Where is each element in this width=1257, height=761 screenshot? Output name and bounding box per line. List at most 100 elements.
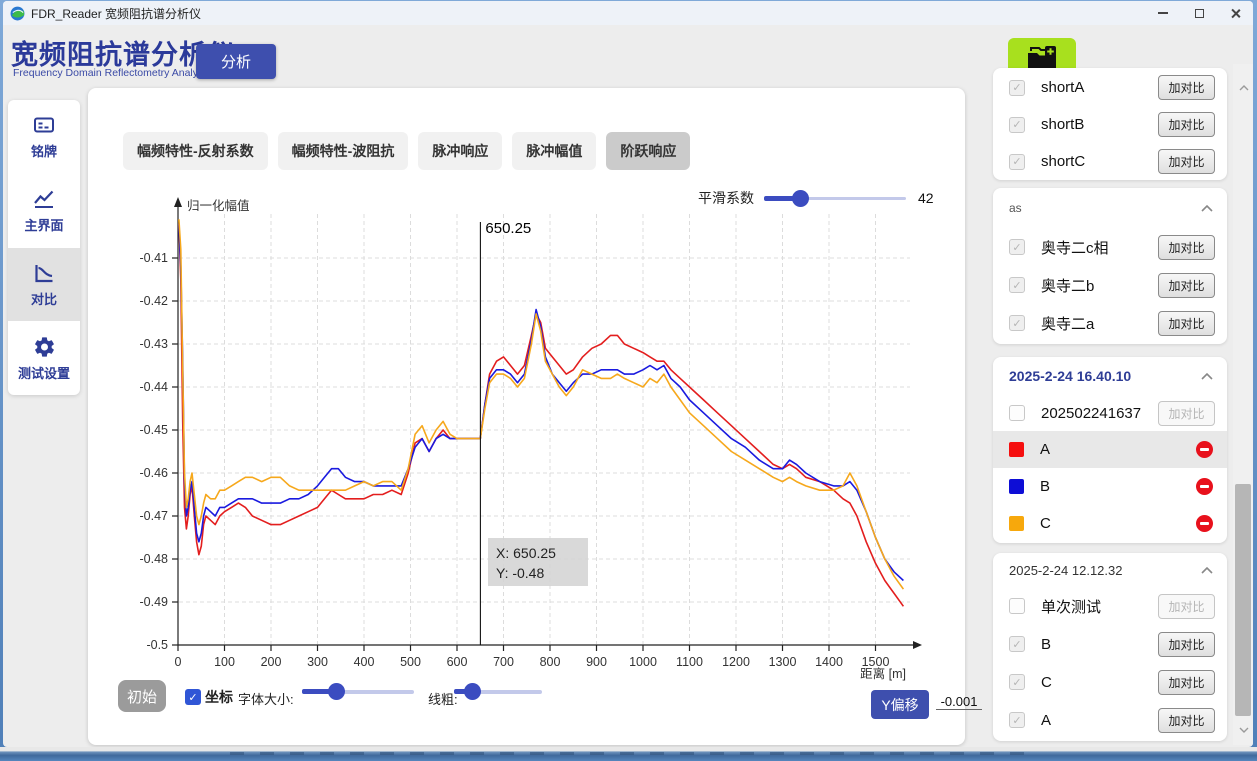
list-item-label: B <box>1040 478 1050 495</box>
list-item[interactable]: C 加对比 <box>993 663 1227 701</box>
sidebar-item-nameplate[interactable]: 铭牌 <box>8 100 80 174</box>
group-header[interactable]: 2025-2-24 12.12.32 <box>993 553 1227 587</box>
list-item[interactable]: B <box>993 468 1227 505</box>
list-item[interactable]: 奥寺二c相 加对比 <box>993 228 1227 266</box>
scrollbar[interactable] <box>1233 64 1253 745</box>
list-item[interactable]: 单次测试 加对比 <box>993 587 1227 625</box>
slider-thumb[interactable] <box>792 190 809 207</box>
svg-text:归一化幅值: 归一化幅值 <box>187 198 250 213</box>
coordinates-checkbox[interactable] <box>185 689 201 705</box>
item-checkbox[interactable] <box>1009 80 1025 96</box>
list-item-label: B <box>1041 636 1051 653</box>
maximize-button[interactable] <box>1181 1 1217 25</box>
item-checkbox[interactable] <box>1009 239 1025 255</box>
smooth-coefficient-slider[interactable] <box>764 190 906 207</box>
svg-text:100: 100 <box>214 655 235 669</box>
list-item[interactable]: A 加对比 <box>993 701 1227 739</box>
add-compare-button[interactable]: 加对比 <box>1158 112 1215 137</box>
close-button[interactable] <box>1217 1 1253 25</box>
item-checkbox[interactable] <box>1009 636 1025 652</box>
sidebar-item-main[interactable]: 主界面 <box>8 174 80 248</box>
svg-text:距离 [m]: 距离 [m] <box>860 666 906 681</box>
remove-button[interactable] <box>1196 515 1213 532</box>
list-item[interactable]: B 加对比 <box>993 625 1227 663</box>
y-offset-button[interactable]: Y偏移 <box>871 690 929 719</box>
item-checkbox[interactable] <box>1009 117 1025 133</box>
minimize-button[interactable] <box>1145 1 1181 25</box>
item-checkbox[interactable] <box>1009 405 1025 421</box>
item-checkbox[interactable] <box>1009 277 1025 293</box>
group-header[interactable]: as <box>993 188 1227 228</box>
list-group-as: as 奥寺二c相 加对比 奥寺二b 加对比 奥寺二a 加对比 <box>993 188 1227 344</box>
font-size-slider[interactable] <box>302 683 414 700</box>
add-compare-button[interactable]: 加对比 <box>1158 149 1215 174</box>
item-checkbox[interactable] <box>1009 674 1025 690</box>
svg-text:-0.45: -0.45 <box>140 423 169 437</box>
tab-reflection-coeff[interactable]: 幅频特性-反射系数 <box>123 132 268 170</box>
sidebar-item-compare[interactable]: 对比 <box>8 248 80 322</box>
scroll-down-button[interactable] <box>1233 720 1253 740</box>
tab-wave-impedance[interactable]: 幅频特性-波阻抗 <box>278 132 409 170</box>
reset-button[interactable]: 初始 <box>118 680 166 712</box>
smooth-coefficient-label: 平滑系数 <box>698 188 754 208</box>
add-compare-button[interactable]: 加对比 <box>1158 594 1215 619</box>
list-item-label: 奥寺二b <box>1041 275 1094 296</box>
sidebar-item-settings[interactable]: 测试设置 <box>8 321 80 395</box>
item-checkbox[interactable] <box>1009 712 1025 728</box>
slider-thumb[interactable] <box>328 683 345 700</box>
scroll-up-button[interactable] <box>1233 78 1253 98</box>
series-color-swatch <box>1009 442 1024 457</box>
window-title: FDR_Reader 宽频阻抗谱分析仪 <box>31 5 201 22</box>
list-item[interactable]: 奥寺二b 加对比 <box>993 266 1227 304</box>
list-item-label: 奥寺二a <box>1041 313 1094 334</box>
svg-text:200: 200 <box>261 655 282 669</box>
add-compare-button[interactable]: 加对比 <box>1158 273 1215 298</box>
tab-impulse-amplitude[interactable]: 脉冲幅值 <box>512 132 596 170</box>
remove-button[interactable] <box>1196 478 1213 495</box>
svg-text:800: 800 <box>540 655 561 669</box>
list-item-label: C <box>1041 674 1052 691</box>
line-chart-icon <box>31 187 57 211</box>
add-compare-button[interactable]: 加对比 <box>1158 401 1215 426</box>
svg-text:-0.46: -0.46 <box>140 466 169 480</box>
scroll-up-icon <box>1239 85 1249 91</box>
list-item[interactable]: shortB 加对比 <box>993 106 1227 143</box>
add-compare-button[interactable]: 加对比 <box>1158 311 1215 336</box>
remove-button[interactable] <box>1196 441 1213 458</box>
list-item[interactable]: 202502241637 加对比 <box>993 395 1227 431</box>
list-item[interactable]: shortC 加对比 <box>993 143 1227 180</box>
app-logo-icon <box>10 6 25 21</box>
smooth-coefficient-control: 平滑系数 42 <box>698 188 934 208</box>
scrollbar-thumb[interactable] <box>1235 484 1251 716</box>
add-compare-button[interactable]: 加对比 <box>1158 75 1215 100</box>
chevron-up-icon[interactable] <box>1201 567 1213 574</box>
tab-step-response[interactable]: 阶跃响应 <box>606 132 690 170</box>
list-item[interactable]: C <box>993 505 1227 542</box>
coordinates-label: 坐标 <box>205 687 233 707</box>
svg-text:-0.5: -0.5 <box>146 638 168 652</box>
svg-text:-0.48: -0.48 <box>140 552 169 566</box>
tab-impulse-response[interactable]: 脉冲响应 <box>418 132 502 170</box>
chart-tabs: 幅频特性-反射系数 幅频特性-波阻抗 脉冲响应 脉冲幅值 阶跃响应 <box>123 132 690 170</box>
item-checkbox[interactable] <box>1009 598 1025 614</box>
chevron-up-icon[interactable] <box>1201 205 1213 212</box>
slider-thumb[interactable] <box>464 683 481 700</box>
step-response-chart[interactable]: -0.41-0.42-0.43-0.44-0.45-0.46-0.47-0.48… <box>88 88 965 745</box>
item-checkbox[interactable] <box>1009 315 1025 331</box>
chevron-up-icon[interactable] <box>1201 373 1213 380</box>
item-checkbox[interactable] <box>1009 154 1025 170</box>
line-width-slider[interactable] <box>454 683 542 700</box>
svg-text:-0.47: -0.47 <box>140 509 169 523</box>
font-size-label: 字体大小: <box>238 689 294 708</box>
list-item[interactable]: shortA 加对比 <box>993 69 1227 106</box>
svg-text:X: 650.25: X: 650.25 <box>496 545 556 561</box>
list-item-selected[interactable]: A <box>993 431 1227 468</box>
add-compare-button[interactable]: 加对比 <box>1158 632 1215 657</box>
analyze-button[interactable]: 分析 <box>196 44 276 79</box>
add-compare-button[interactable]: 加对比 <box>1158 708 1215 733</box>
group-header[interactable]: 2025-2-24 16.40.10 <box>993 357 1227 395</box>
add-compare-button[interactable]: 加对比 <box>1158 235 1215 260</box>
y-offset-input[interactable] <box>936 694 982 710</box>
list-item[interactable]: 奥寺二a 加对比 <box>993 304 1227 342</box>
add-compare-button[interactable]: 加对比 <box>1158 670 1215 695</box>
